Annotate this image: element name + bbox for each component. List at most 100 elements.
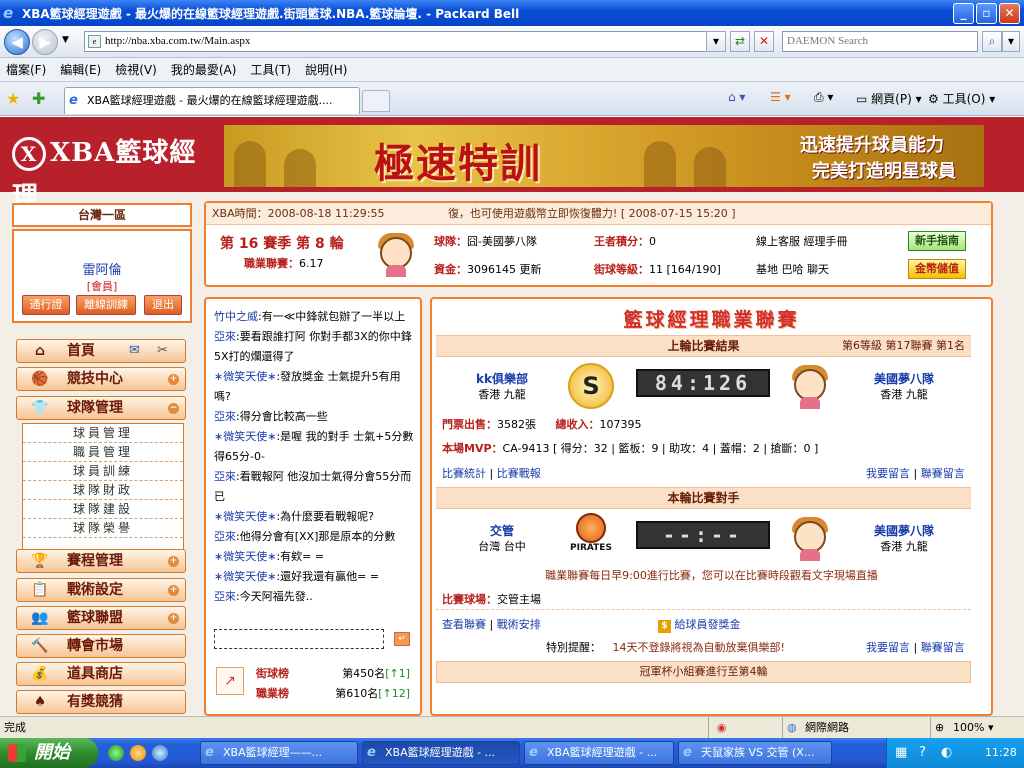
view-league-link[interactable]: 查看聯賽 [442, 618, 486, 631]
task-window-2[interactable]: e XBA籃球經理遊戲 - ... [362, 741, 520, 765]
cup-progress[interactable]: 冠軍杯小組賽進行至第4輪 [436, 661, 971, 683]
submenu-item[interactable]: 球隊建設 [23, 500, 183, 519]
chat-send-icon[interactable]: ↵ [394, 632, 410, 646]
help-icon[interactable]: ? [919, 738, 926, 768]
mail-icon[interactable]: ✉ [129, 340, 140, 362]
page-menu[interactable]: ▭ 網頁(P) ▾ [856, 90, 922, 107]
search-input[interactable]: DAEMON Search [782, 31, 978, 52]
tools-menu[interactable]: ⚙ 工具(O) ▾ [928, 90, 995, 107]
task-window-1[interactable]: e XBA籃球經理——... [200, 741, 358, 765]
input-method-icon[interactable]: ▦ [895, 738, 907, 768]
address-dropdown-icon[interactable]: ▾ [706, 31, 726, 52]
submenu-item[interactable]: 職員管理 [23, 443, 183, 462]
sidebar-item-schedule[interactable]: 🏆 賽程管理 + [16, 549, 186, 573]
team-emblem-s-icon[interactable]: S [568, 363, 614, 409]
user-name[interactable]: 雷阿倫 [14, 259, 190, 278]
menu-help[interactable]: 說明(H) [305, 61, 347, 78]
base-link[interactable]: 基地 [756, 263, 778, 276]
ie-quicklaunch-icon[interactable] [152, 745, 168, 761]
menu-view[interactable]: 檢視(V) [115, 61, 157, 78]
chat-sender[interactable]: ∗微笑天使∗ [214, 550, 276, 563]
tactic-link[interactable]: 戰術安排 [497, 618, 541, 631]
add-favorite-icon[interactable]: ✚ [32, 89, 45, 108]
chat-sender[interactable]: 亞來 [214, 590, 236, 603]
submenu-item[interactable]: 球員管理 [23, 424, 183, 443]
task-window-4[interactable]: e 天鼠家族 VS 交管 (X... [678, 741, 832, 765]
sidebar-item-team[interactable]: 👕 球隊管理 − [16, 396, 186, 420]
notice-text[interactable]: 復，也可使用遊戲幣立即恢復體力! [448, 207, 617, 220]
sidebar-item-transfer[interactable]: 🔨 轉會市場 [16, 634, 186, 658]
bahamut-link[interactable]: 巴哈 [782, 263, 804, 276]
sidebar-item-home[interactable]: ⌂ 首頁 ✉ ✂ [16, 339, 186, 363]
minimize-button[interactable]: _ [953, 3, 974, 24]
manager-avatar[interactable] [376, 231, 416, 277]
own-team[interactable]: 美國夢八隊 香港 九龍 [864, 523, 944, 555]
sidebar-item-alliance[interactable]: 👥 籃球聯盟 + [16, 606, 186, 630]
stop-icon[interactable]: ✕ [754, 31, 774, 52]
pirates-emblem-icon[interactable]: PIRATES [566, 513, 616, 561]
close-button[interactable]: ✕ [999, 3, 1020, 24]
site-logo[interactable]: X XBA籃球經理 [12, 131, 212, 212]
feeds-icon[interactable]: ☰ ▾ [770, 90, 791, 104]
pro-rank-row[interactable]: 職業榜 第610名[↑12] [214, 685, 414, 703]
opponent-avatar[interactable] [790, 363, 830, 409]
expand-icon[interactable]: + [168, 374, 179, 385]
match-stats-link[interactable]: 比賽統計 [442, 467, 486, 480]
privacy-icon[interactable]: ◉ [708, 717, 734, 738]
logout-button[interactable]: 退出 [144, 295, 182, 315]
ad-banner[interactable]: 極速特訓 迅速提升球員能力 完美打造明星球員 [224, 125, 984, 187]
chat-sender[interactable]: ∗微笑天使∗ [214, 510, 276, 523]
search-options-icon[interactable]: ▾ [1002, 31, 1020, 52]
forward-button[interactable]: ▶ [32, 29, 58, 55]
menu-edit[interactable]: 編輯(E) [60, 61, 101, 78]
chat-log[interactable]: 竹中之威:有一≪中鋒就包辦了一半以上 亞來:要看跟誰打阿 你對手都3X的你中鋒5… [214, 307, 414, 625]
team-name[interactable]: 囧-美國夢八隊 [467, 235, 537, 248]
sidebar-item-shop[interactable]: 💰 道具商店 [16, 662, 186, 686]
refresh-icon[interactable]: ⇄ [730, 31, 750, 52]
print-icon[interactable]: ⎙ ▾ [814, 90, 833, 105]
expand-icon[interactable]: + [168, 585, 179, 596]
sidebar-item-lottery[interactable]: ♠ 有獎競猜 [16, 690, 186, 714]
menu-tools[interactable]: 工具(T) [250, 61, 291, 78]
passport-button[interactable]: 通行證 [22, 295, 70, 315]
chat-sender[interactable]: 亞來 [214, 470, 236, 483]
chat-sender[interactable]: ∗微笑天使∗ [214, 370, 276, 383]
expand-icon[interactable]: + [168, 556, 179, 567]
chat-link[interactable]: 聊天 [807, 263, 829, 276]
leave-message-link[interactable]: 我要留言 [866, 467, 910, 480]
collapse-icon[interactable]: − [168, 403, 179, 414]
history-dropdown-icon[interactable]: ▼ [62, 35, 69, 45]
chat-sender[interactable]: 亞來 [214, 330, 236, 343]
sidebar-item-arena[interactable]: 🏀 競技中心 + [16, 367, 186, 391]
tray-app-icon[interactable]: ◐ [941, 738, 952, 768]
start-button[interactable]: 開始 [0, 738, 98, 768]
tab-active[interactable]: e XBA籃球經理遊戲 - 最火爆的在線籃球經理遊戲.... [64, 87, 360, 114]
expand-icon[interactable]: + [168, 613, 179, 624]
street-rank-row[interactable]: 街球榜 第450名[↑1] [214, 665, 414, 683]
bonus-link[interactable]: 給球員發獎金 [675, 618, 741, 631]
back-button[interactable]: ◀ [4, 29, 30, 55]
window-titlebar[interactable]: e XBA籃球經理遊戲 - 最火爆的在線籃球經理遊戲.街頭籃球.NBA.籃球論壇… [0, 0, 1024, 26]
submenu-item[interactable]: 球隊榮譽 [23, 519, 183, 538]
task-window-3[interactable]: e XBA籃球經理遊戲 - ... [524, 741, 674, 765]
chat-sender[interactable]: 亞來 [214, 410, 236, 423]
tools-icon[interactable]: ✂ [157, 340, 168, 362]
newbie-guide-button[interactable]: 新手指南 [908, 231, 966, 251]
favorites-star-icon[interactable]: ★ [6, 89, 20, 108]
away-team[interactable]: 美國夢八隊 香港 九龍 [864, 371, 944, 403]
address-input[interactable]: e http://nba.xba.com.tw/Main.aspx [84, 31, 722, 52]
own-avatar[interactable] [790, 515, 830, 561]
search-icon[interactable]: ⌕ [982, 31, 1002, 52]
home-team[interactable]: kk俱樂部 香港 九龍 [462, 371, 542, 403]
service-link[interactable]: 線上客服 [756, 235, 800, 248]
match-report-link[interactable]: 比賽戰報 [497, 467, 541, 480]
maximize-button[interactable]: ▫ [976, 3, 997, 24]
chat-sender[interactable]: ∗微笑天使∗ [214, 570, 276, 583]
coin-topup-button[interactable]: 金幣儲值 [908, 259, 966, 279]
leave-message-link[interactable]: 我要留言 [866, 641, 910, 654]
messenger-icon[interactable] [130, 745, 146, 761]
security-zone[interactable]: ◍ 網際網路 [782, 717, 849, 738]
chat-sender[interactable]: 亞來 [214, 530, 236, 543]
refresh-link[interactable]: 更新 [520, 263, 542, 276]
home-icon[interactable]: ⌂ ▾ [728, 90, 745, 104]
